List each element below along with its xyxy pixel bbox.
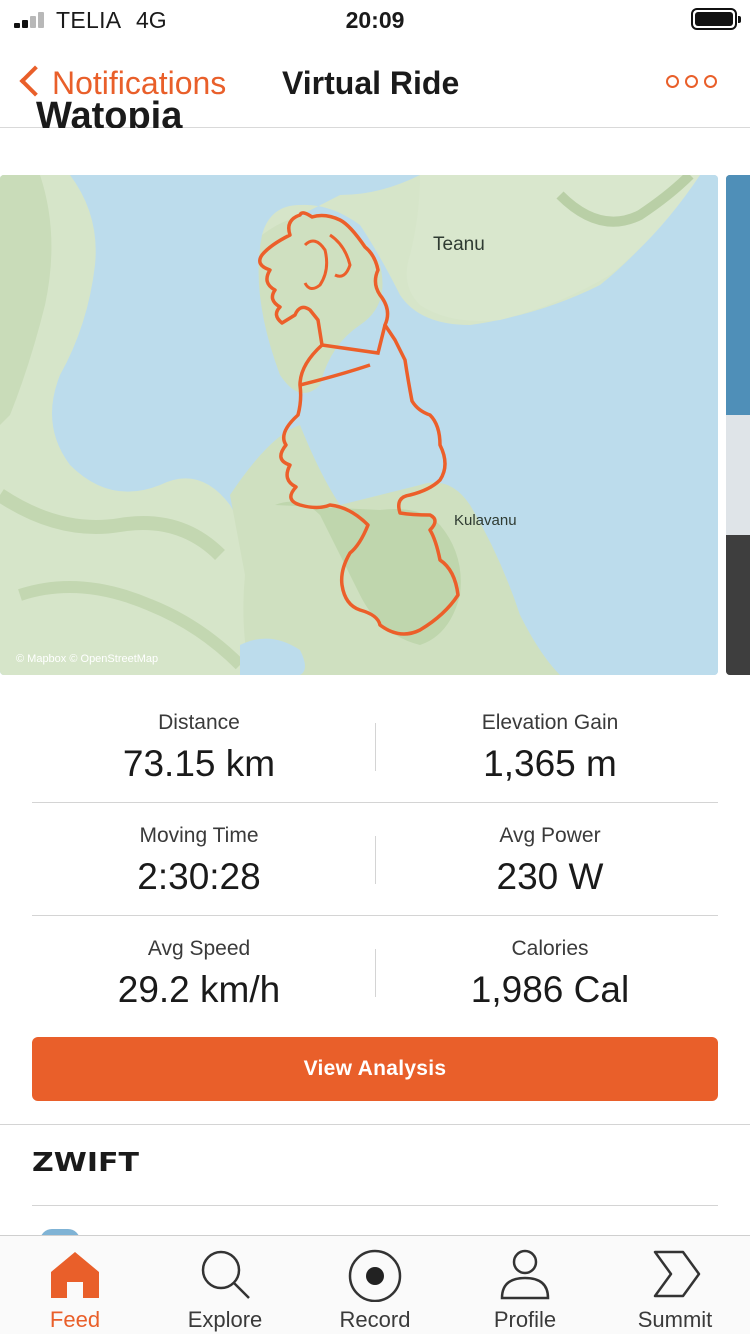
route-map[interactable]: Teanu Kulavanu © Mapbox © OpenStreetMap <box>0 175 718 675</box>
tab-label: Record <box>339 1307 411 1332</box>
stat-label: Moving Time <box>139 824 259 847</box>
home-icon <box>51 1252 99 1298</box>
status-bar: TELIA 4G 20:09 <box>0 0 750 40</box>
tab-explore[interactable]: Explore <box>150 1236 300 1334</box>
tab-bar: Feed Explore Record Profile Summit <box>0 1235 750 1334</box>
back-chevron-icon[interactable] <box>19 65 51 97</box>
user-icon <box>500 1249 550 1300</box>
stat-elevation-gain: Elevation Gain 1,365 m <box>380 711 720 785</box>
page-title: Virtual Ride <box>282 65 460 101</box>
stat-label: Calories <box>511 937 589 960</box>
stat-label: Avg Speed <box>147 937 251 960</box>
search-icon <box>201 1250 250 1299</box>
section-divider <box>32 1205 718 1206</box>
status-time: 20:09 <box>345 7 405 33</box>
section-divider <box>0 1124 750 1125</box>
tab-label: Summit <box>637 1307 713 1332</box>
stat-value: 2:30:28 <box>137 856 261 897</box>
stat-avg-power: Avg Power 230 W <box>380 824 720 898</box>
stat-value: 73.15 km <box>122 743 276 784</box>
stat-calories: Calories 1,986 Cal <box>380 937 720 1011</box>
map-label-teanu: Teanu <box>433 234 485 255</box>
stat-value: 29.2 km/h <box>117 969 281 1010</box>
stat-divider <box>375 723 376 771</box>
tab-profile[interactable]: Profile <box>450 1236 600 1334</box>
stat-label: Distance <box>158 711 240 734</box>
stat-value: 1,986 Cal <box>470 969 630 1010</box>
stat-label: Elevation Gain <box>481 711 619 734</box>
row-divider <box>32 915 718 916</box>
stat-divider <box>375 949 376 997</box>
stat-avg-speed: Avg Speed 29.2 km/h <box>29 937 369 1011</box>
more-options-icon[interactable] <box>666 75 718 91</box>
stat-label: Avg Power <box>499 824 601 847</box>
tab-record[interactable]: Record <box>300 1236 450 1334</box>
stat-value: 230 W <box>496 856 604 897</box>
tab-label: Feed <box>49 1307 101 1332</box>
tab-feed[interactable]: Feed <box>0 1236 150 1334</box>
tab-label: Profile <box>493 1307 557 1332</box>
summit-icon <box>653 1250 701 1298</box>
activity-photo-thumbnail[interactable] <box>726 175 750 675</box>
tab-label: Explore <box>187 1307 263 1332</box>
map-graphic <box>0 175 718 675</box>
zwift-logo[interactable]: ZWIFT <box>32 1148 139 1178</box>
stat-moving-time: Moving Time 2:30:28 <box>29 824 369 898</box>
map-label-kulavanu: Kulavanu <box>454 512 517 529</box>
record-icon <box>348 1249 402 1302</box>
map-attribution[interactable]: © Mapbox © OpenStreetMap <box>16 653 158 665</box>
stat-value: 1,365 m <box>483 743 617 784</box>
row-divider <box>32 802 718 803</box>
title-clip <box>0 128 750 175</box>
view-analysis-button[interactable]: View Analysis <box>32 1037 718 1101</box>
battery-icon <box>691 8 741 30</box>
tab-summit[interactable]: Summit <box>600 1236 750 1334</box>
stat-divider <box>375 836 376 884</box>
stat-distance: Distance 73.15 km <box>29 711 369 785</box>
